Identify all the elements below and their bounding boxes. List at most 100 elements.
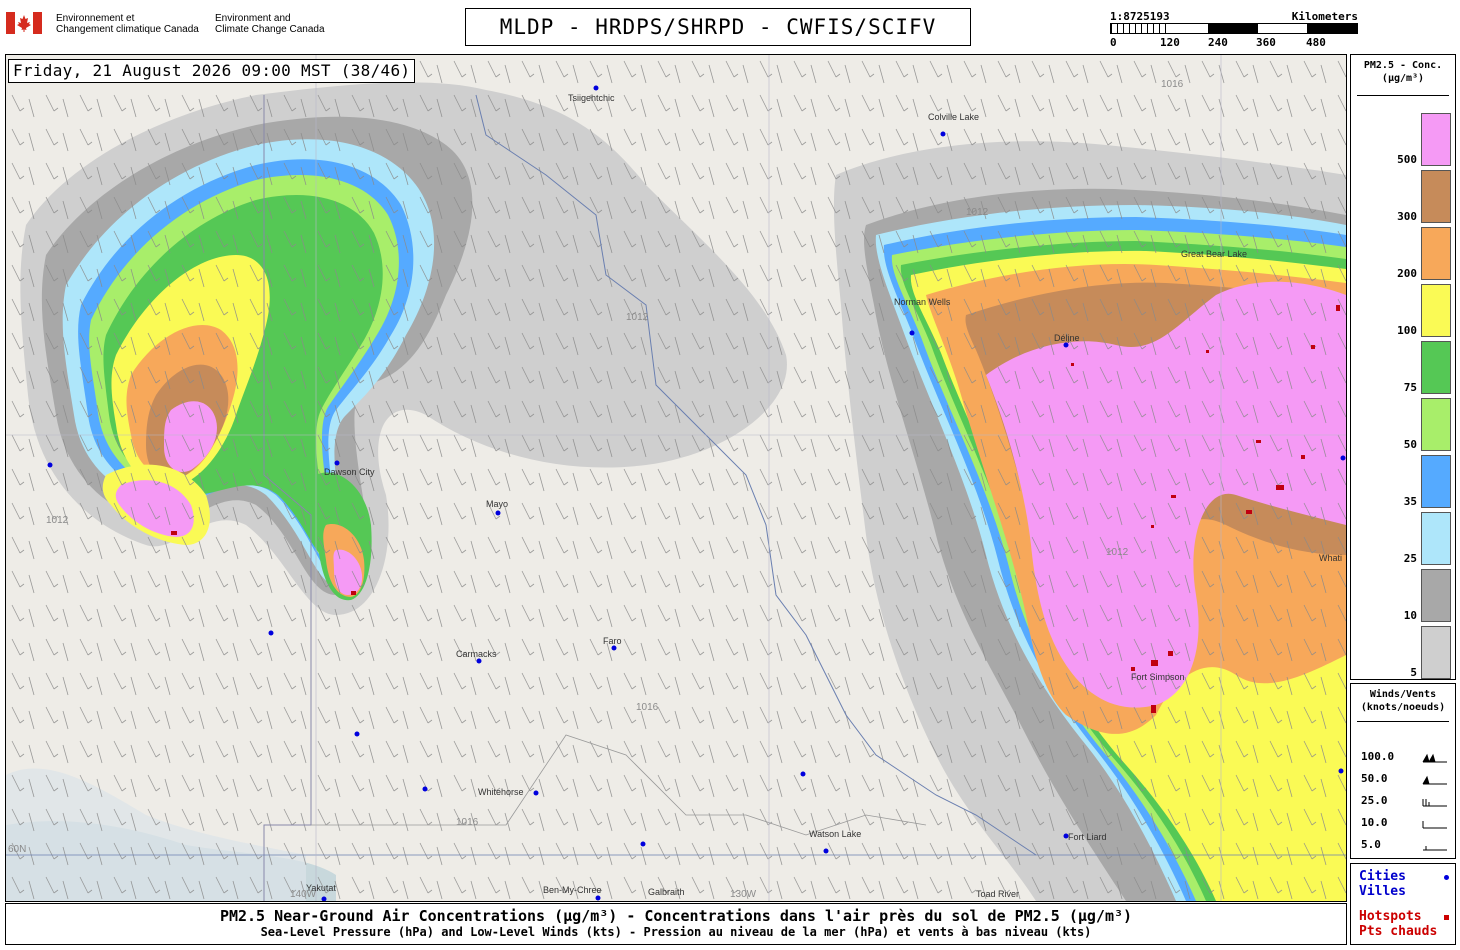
legend-level-label: 35 [1403, 495, 1417, 508]
map-panel[interactable]: 1012 1012 1012 1012 1016 1016 1016 60N 1… [5, 54, 1347, 902]
legend-level-label: 300 [1397, 210, 1417, 223]
legend-swatch [1421, 284, 1451, 337]
city-dot[interactable] [593, 85, 599, 91]
legend-divider [1357, 95, 1449, 96]
legend-level-label: 25 [1403, 552, 1417, 565]
legend-level-label: 50 [1403, 438, 1417, 451]
city-dot[interactable] [800, 771, 806, 777]
isobar-label: 1012 [46, 515, 69, 526]
legend-swatch [1421, 341, 1451, 394]
legend-swatch [1421, 455, 1451, 508]
city-label: Carmacks [456, 649, 497, 659]
city-dot-icon [1444, 875, 1449, 880]
scale-tick: 240 [1208, 36, 1228, 49]
scale-tick: 0 [1110, 36, 1117, 49]
legend-swatch [1421, 227, 1451, 280]
scale-tick: 120 [1160, 36, 1180, 49]
isobar-label: 1012 [966, 207, 989, 218]
legend-level-label: 500 [1397, 153, 1417, 166]
hotspot-marker [351, 591, 356, 595]
isobar-label: 1016 [636, 702, 659, 713]
city-dot[interactable] [940, 131, 946, 137]
city-label: Toad River [976, 889, 1019, 899]
city-dot[interactable] [595, 895, 601, 901]
city-label: Watson Lake [809, 829, 861, 839]
city-label: Délįne [1054, 333, 1080, 343]
legend-level-label: 10 [1403, 609, 1417, 622]
isobar-label: 1016 [456, 817, 479, 828]
hotspot-marker [1256, 440, 1261, 443]
wind-legend-divider [1357, 721, 1449, 722]
graticule-label: 130W [730, 889, 757, 900]
city-dot[interactable] [1340, 455, 1346, 461]
caption-line-2: Sea-Level Pressure (hPa) and Low-Level W… [260, 925, 1092, 939]
caption-line-1: PM2.5 Near-Ground Air Concentrations (µg… [219, 907, 1133, 925]
wind-legend: Winds/Vents (knots/noeuds) 100.0 50.0 25… [1350, 683, 1456, 859]
scale-ratio: 1:8725193 [1110, 10, 1170, 23]
city-label: Whitehorse [478, 787, 524, 797]
legend-swatch [1421, 626, 1451, 679]
legend-level-label: 5 [1410, 666, 1417, 679]
map-caption: PM2.5 Near-Ground Air Concentrations (µg… [5, 903, 1347, 945]
city-label: Faro [603, 636, 622, 646]
agency-name-french: Environnement et Changement climatique C… [56, 13, 199, 35]
city-label: Whati [1319, 553, 1342, 563]
hotspot-marker [1131, 667, 1135, 671]
legend-swatch [1421, 398, 1451, 451]
concentration-legend: PM2.5 - Conc. (µg/m³) 500 300 200 100 75 50 35… [1350, 54, 1456, 680]
hotspot-marker [1071, 363, 1074, 366]
city-dot[interactable] [354, 731, 360, 737]
hotspots-label-fr: Pts chauds [1359, 924, 1438, 939]
city-dot[interactable] [640, 841, 646, 847]
cities-label-fr: Villes [1359, 884, 1406, 899]
graticule-label: 60N [8, 844, 26, 855]
city-dot[interactable] [268, 630, 274, 636]
legend-swatch [1421, 512, 1451, 565]
hotspot-marker [1311, 345, 1315, 349]
legend-title-line-1: PM2.5 - Conc. [1363, 60, 1443, 71]
scale-bar-graphic [1110, 23, 1358, 34]
city-dot[interactable] [611, 645, 617, 651]
legend-level-label: 200 [1397, 267, 1417, 280]
hotspot-marker [1336, 305, 1340, 311]
cities-label-en: Cities [1359, 869, 1406, 884]
agency-fr-line-1: Environnement et [56, 13, 135, 24]
symbol-legend: Cities Villes Hotspots Pts chauds [1350, 863, 1456, 945]
city-dot[interactable] [909, 330, 915, 336]
city-label: Galbraith [648, 887, 685, 897]
city-dot[interactable] [334, 460, 340, 466]
agency-en-line-1: Environment and [215, 13, 291, 24]
city-dot[interactable] [1063, 342, 1069, 348]
city-dot[interactable] [476, 658, 482, 664]
city-dot[interactable] [47, 462, 53, 468]
wind-legend-title-line-2: (knots/noeuds) [1360, 702, 1446, 713]
city-dot[interactable] [823, 848, 829, 854]
city-dot[interactable] [422, 786, 428, 792]
city-label: Tsiigehtchic [568, 93, 615, 103]
wind-speed-label: 5.0 [1361, 838, 1381, 851]
hotspot-marker [1151, 660, 1158, 666]
hotspot-square-icon [1444, 915, 1449, 920]
agency-fr-line-2: Changement climatique Canada [56, 24, 199, 35]
isobar-label: 1016 [1161, 79, 1184, 90]
city-label: Colville Lake [928, 112, 979, 122]
legend-swatch [1421, 569, 1451, 622]
isobar-label: 1012 [626, 312, 649, 323]
city-label: Mayo [486, 499, 508, 509]
agency-name-english: Environment and Climate Change Canada [215, 13, 325, 35]
wind-barb-field [6, 55, 1346, 901]
legend-title-line-2: (µg/m³) [1381, 73, 1425, 84]
city-label: Fort Simpson [1131, 672, 1185, 682]
agency-en-line-2: Climate Change Canada [215, 24, 325, 35]
hotspot-marker [1246, 510, 1252, 514]
wind-barb-25-icon [1422, 799, 1447, 807]
scale-tick: 360 [1256, 36, 1276, 49]
hotspot-marker [1151, 525, 1154, 528]
hotspot-marker [1276, 485, 1284, 490]
city-dot[interactable] [533, 790, 539, 796]
city-dot[interactable] [1338, 768, 1344, 774]
city-dot[interactable] [495, 510, 501, 516]
legend-level-label: 75 [1403, 381, 1417, 394]
city-label: Norman Wells [894, 297, 951, 307]
wind-legend-title: Winds/Vents (knots/noeuds) [1351, 688, 1455, 714]
